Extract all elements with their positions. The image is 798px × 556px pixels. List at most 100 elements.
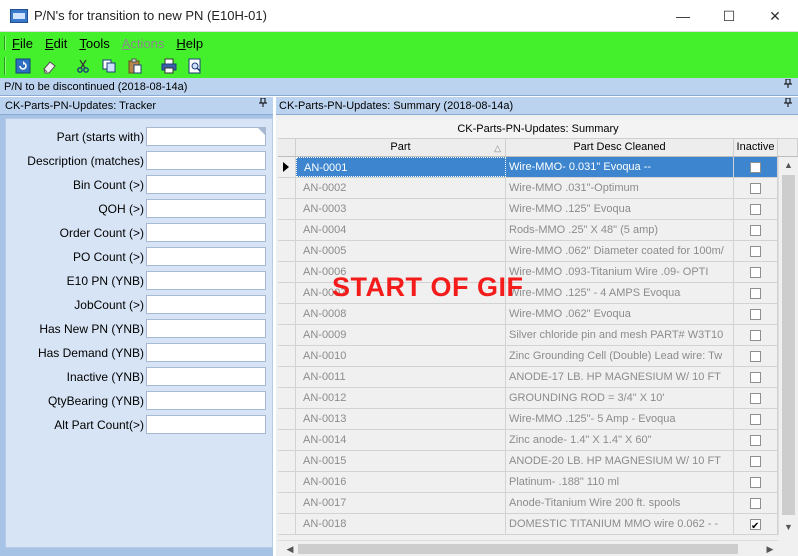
- table-row[interactable]: AN-0009 Silver chloride pin and mesh PART…: [278, 325, 778, 346]
- table-row[interactable]: AN-0018 DOMESTIC TITANIUM MMO wire 0.062 …: [278, 514, 778, 535]
- cell-part-desc[interactable]: Anode-Titanium Wire 200 ft. spools: [506, 493, 734, 513]
- inactive-checkbox[interactable]: [750, 477, 761, 488]
- row-selector[interactable]: [278, 409, 296, 429]
- cell-part[interactable]: AN-0016: [296, 472, 506, 492]
- cell-part-desc[interactable]: ANODE-20 LB. HP MAGNESIUM W/ 10 FT: [506, 451, 734, 471]
- close-button[interactable]: ✕: [752, 0, 798, 32]
- field-inactive-input[interactable]: [146, 367, 266, 386]
- cell-part[interactable]: AN-0004: [296, 220, 506, 240]
- row-selector[interactable]: [278, 472, 296, 492]
- field-qoh-input[interactable]: [146, 199, 266, 218]
- cell-part-desc[interactable]: Wire-MMO- 0.031" Evoqua --: [506, 157, 734, 177]
- cell-part[interactable]: AN-0010: [296, 346, 506, 366]
- cell-part-desc[interactable]: Wire-MMO .125"- 5 Amp - Evoqua: [506, 409, 734, 429]
- inactive-checkbox[interactable]: [750, 225, 761, 236]
- cell-part-desc[interactable]: Wire-MMO .062" Evoqua: [506, 304, 734, 324]
- inactive-checkbox[interactable]: [750, 204, 761, 215]
- field-job-count-input[interactable]: [146, 295, 266, 314]
- row-selector[interactable]: [278, 220, 296, 240]
- inactive-checkbox[interactable]: [750, 498, 761, 509]
- scroll-right-icon[interactable]: ▶: [762, 541, 778, 556]
- cell-part[interactable]: AN-0001: [296, 157, 506, 177]
- print-icon[interactable]: [158, 56, 180, 76]
- cell-part-desc[interactable]: DOMESTIC TITANIUM MMO wire 0.062 - -: [506, 514, 734, 534]
- row-selector[interactable]: [278, 283, 296, 303]
- row-selector[interactable]: [278, 157, 296, 177]
- maximize-button[interactable]: ☐: [706, 0, 752, 32]
- cell-part[interactable]: AN-0012: [296, 388, 506, 408]
- cell-part-desc[interactable]: Wire-MMO .093-Titanium Wire .09- OPTI: [506, 262, 734, 282]
- inactive-checkbox[interactable]: [750, 183, 761, 194]
- column-header-inactive[interactable]: Inactive: [734, 139, 778, 156]
- field-po-count-input[interactable]: [146, 247, 266, 266]
- inactive-checkbox[interactable]: [750, 435, 761, 446]
- table-row[interactable]: AN-0011 ANODE-17 LB. HP MAGNESIUM W/ 10 F…: [278, 367, 778, 388]
- scroll-up-icon[interactable]: ▲: [779, 157, 798, 173]
- cell-part[interactable]: AN-0008: [296, 304, 506, 324]
- table-row[interactable]: AN-0013 Wire-MMO .125"- 5 Amp - Evoqua: [278, 409, 778, 430]
- cell-part[interactable]: AN-0014: [296, 430, 506, 450]
- inactive-checkbox[interactable]: [750, 456, 761, 467]
- horizontal-scroll-thumb[interactable]: [298, 544, 738, 554]
- inactive-checkbox[interactable]: [750, 267, 761, 278]
- cell-part[interactable]: AN-0005: [296, 241, 506, 261]
- column-header-part[interactable]: Part △: [296, 139, 506, 156]
- cell-part-desc[interactable]: Wire-MMO .031"-Optimum: [506, 178, 734, 198]
- cell-part-desc[interactable]: Platinum- .188" 110 ml: [506, 472, 734, 492]
- copy-icon[interactable]: [98, 56, 120, 76]
- table-row[interactable]: AN-0003 Wire-MMO .125" Evoqua: [278, 199, 778, 220]
- eraser-icon[interactable]: [38, 56, 60, 76]
- row-selector[interactable]: [278, 325, 296, 345]
- minimize-button[interactable]: —: [660, 0, 706, 32]
- cell-part-desc[interactable]: Wire-MMO .062" Diameter coated for 100m/: [506, 241, 734, 261]
- field-has-demand-input[interactable]: [146, 343, 266, 362]
- inactive-checkbox[interactable]: [750, 330, 761, 341]
- cell-part-desc[interactable]: Zinc Grounding Cell (Double) Lead wire: …: [506, 346, 734, 366]
- table-row[interactable]: AN-0015 ANODE-20 LB. HP MAGNESIUM W/ 10 F…: [278, 451, 778, 472]
- cell-part[interactable]: AN-0002: [296, 178, 506, 198]
- scroll-down-icon[interactable]: ▼: [779, 519, 798, 535]
- scroll-left-icon[interactable]: ◀: [282, 541, 298, 556]
- tracker-header[interactable]: CK-Parts-PN-Updates: Tracker: [0, 97, 273, 115]
- cell-part-desc[interactable]: Rods-MMO .25" X 48" (5 amp): [506, 220, 734, 240]
- refresh-icon[interactable]: [12, 56, 34, 76]
- row-selector[interactable]: [278, 199, 296, 219]
- field-part-input[interactable]: [146, 127, 266, 146]
- print-preview-icon[interactable]: [184, 56, 206, 76]
- row-selector[interactable]: [278, 178, 296, 198]
- table-row[interactable]: AN-0004 Rods-MMO .25" X 48" (5 amp): [278, 220, 778, 241]
- field-has-new-pn-input[interactable]: [146, 319, 266, 338]
- table-row[interactable]: AN-0001 Wire-MMO- 0.031" Evoqua --: [278, 157, 778, 178]
- inactive-checkbox[interactable]: [750, 393, 761, 404]
- column-header-desc[interactable]: Part Desc Cleaned: [506, 139, 734, 156]
- cut-icon[interactable]: [72, 56, 94, 76]
- vertical-scrollbar[interactable]: ▲ ▼: [778, 157, 798, 535]
- discontinued-dock-header[interactable]: P/N to be discontinued (2018-08-14a): [0, 78, 798, 96]
- table-row[interactable]: AN-0010 Zinc Grounding Cell (Double) Lead…: [278, 346, 778, 367]
- cell-part[interactable]: AN-0003: [296, 199, 506, 219]
- vertical-scroll-thumb[interactable]: [782, 175, 795, 515]
- inactive-checkbox[interactable]: [750, 162, 761, 173]
- inactive-checkbox[interactable]: [750, 372, 761, 383]
- row-selector[interactable]: [278, 262, 296, 282]
- table-row[interactable]: AN-0014 Zinc anode- 1.4" X 1.4" X 60": [278, 430, 778, 451]
- inactive-checkbox[interactable]: [750, 351, 761, 362]
- paste-icon[interactable]: [124, 56, 146, 76]
- cell-part[interactable]: AN-0013: [296, 409, 506, 429]
- field-order-count-input[interactable]: [146, 223, 266, 242]
- inactive-checkbox[interactable]: [750, 309, 761, 320]
- summary-header[interactable]: CK-Parts-PN-Updates: Summary (2018-08-14…: [276, 97, 798, 115]
- inactive-checkbox[interactable]: [750, 246, 761, 257]
- table-row[interactable]: AN-0005 Wire-MMO .062" Diameter coated fo…: [278, 241, 778, 262]
- menu-actions[interactable]: Actions: [122, 36, 165, 51]
- cell-part-desc[interactable]: Silver chloride pin and mesh PART# W3T10: [506, 325, 734, 345]
- field-qty-bearing-input[interactable]: [146, 391, 266, 410]
- field-e10-pn-input[interactable]: [146, 271, 266, 290]
- cell-part[interactable]: AN-0009: [296, 325, 506, 345]
- row-selector[interactable]: [278, 388, 296, 408]
- row-selector[interactable]: [278, 430, 296, 450]
- field-description-input[interactable]: [146, 151, 266, 170]
- horizontal-scrollbar[interactable]: ◀ ▶: [278, 540, 778, 556]
- row-selector[interactable]: [278, 451, 296, 471]
- row-selector[interactable]: [278, 241, 296, 261]
